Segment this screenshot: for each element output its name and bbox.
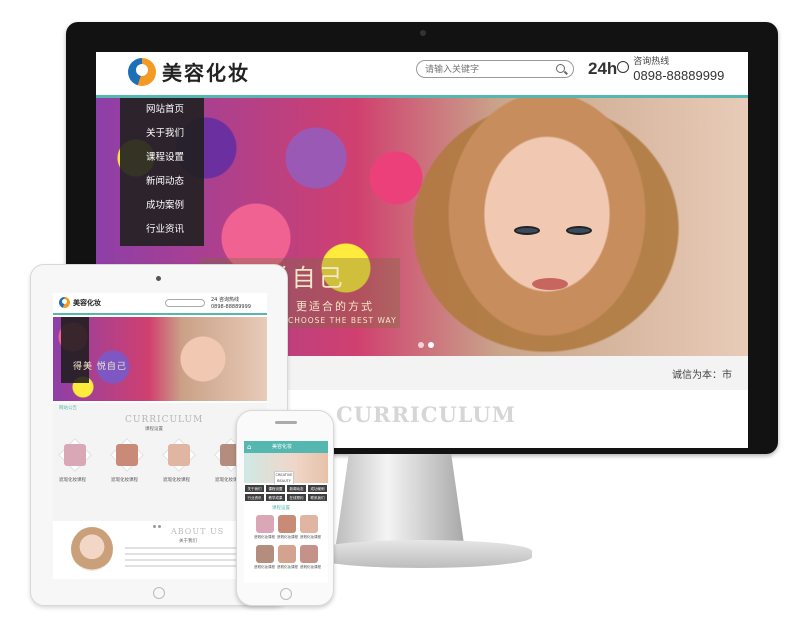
site-logo[interactable]: 美容化妆 <box>128 57 250 86</box>
hotline-label: 咨询热线 <box>633 57 670 67</box>
clock-icon <box>617 61 630 73</box>
monitor-stand-base <box>312 540 532 568</box>
section-title: CURRICULUM <box>336 402 516 427</box>
tablet-nav-menu[interactable] <box>61 317 89 383</box>
hotline-badge: 24h <box>588 59 630 79</box>
slide-dot-active[interactable] <box>428 342 434 348</box>
hotline: 24h 咨询热线 0898-88889999 <box>588 56 724 82</box>
course-caption: 遮瑕化妆课程 <box>111 478 138 483</box>
tablet-notice[interactable]: 网站公告 <box>59 405 77 411</box>
banner-lips <box>532 278 568 290</box>
phone-course-thumb[interactable] <box>278 545 296 563</box>
phone-course-thumb[interactable] <box>256 515 274 533</box>
phone-nav-item[interactable]: 联系我们 <box>307 493 328 502</box>
banner-eye-right <box>566 226 592 235</box>
phone-course-thumb[interactable] <box>300 515 318 533</box>
home-button-icon[interactable] <box>280 588 292 600</box>
phone-nav-item[interactable]: 关于我们 <box>244 484 265 493</box>
phone-nav-grid: 关于我们 课程设置 新闻动态 成功案例 行业资讯 教学成果 在线预约 联系我们 <box>244 484 328 502</box>
tablet-about-portrait <box>71 527 113 571</box>
phone-course-caption: 遮瑕化妆课程 <box>254 565 275 569</box>
phone-nav-item[interactable]: 新闻动态 <box>286 484 307 493</box>
phone-course-caption: 遮瑕化妆课程 <box>300 535 321 539</box>
tablet-search-input[interactable] <box>165 299 205 307</box>
home-button-icon[interactable] <box>153 587 165 599</box>
course-caption: 遮瑕化妆课程 <box>163 478 190 483</box>
hotline-number: 0898-88889999 <box>633 68 725 83</box>
search-input[interactable] <box>425 63 545 76</box>
tablet-screen: 美容化妆 24 咨询热线 0898-88889999 得美 悦自己 网站公告 C… <box>53 293 267 579</box>
search-box <box>416 60 574 78</box>
phone-banner: CREATIVE BEAUTY <box>244 453 328 485</box>
tablet-logo[interactable]: 美容化妆 <box>59 297 101 308</box>
logo-icon <box>59 297 70 308</box>
site-header: 美容化妆 24h 咨询热线 0898-88889999 <box>96 52 748 98</box>
phone-nav-item[interactable]: 在线预约 <box>286 493 307 502</box>
banner-eye-left <box>514 226 540 235</box>
slide-dot[interactable] <box>418 342 424 348</box>
course-caption: 遮瑕化妆课程 <box>59 478 86 483</box>
phone-nav-item[interactable]: 成功案例 <box>307 484 328 493</box>
menu-item-industry[interactable]: 行业资讯 <box>120 218 204 242</box>
tablet-hotline-label: 咨询热线 <box>218 297 239 303</box>
home-icon[interactable]: ⌂ <box>247 443 251 451</box>
slogan-en: CHOOSE THE BEST WAY <box>288 316 397 325</box>
menu-item-news[interactable]: 新闻动态 <box>120 170 204 194</box>
phone-course-thumb[interactable] <box>256 545 274 563</box>
tablet-hotline-badge: 24 <box>211 297 218 303</box>
phone-section-title: 课程设置 <box>272 506 290 511</box>
tablet-slogan: 得美 悦自己 <box>73 362 127 372</box>
course-thumb <box>64 444 86 466</box>
phone-speaker <box>275 421 297 424</box>
phone-nav-item[interactable]: 课程设置 <box>265 484 286 493</box>
phone-header: ⌂ 美容化妆 <box>244 441 328 453</box>
phone-course-thumb[interactable] <box>300 545 318 563</box>
tablet-section-subtitle: 课程设置 <box>145 427 163 432</box>
nav-menu: 网站首页 关于我们 课程设置 新闻动态 成功案例 行业资讯 <box>120 98 204 246</box>
banner-face <box>432 98 662 356</box>
course-thumb <box>168 444 190 466</box>
slogan-sub: 更适合的方式 <box>296 300 374 313</box>
phone-course-caption: 遮瑕化妆课程 <box>300 565 321 569</box>
tablet-section-title: CURRICULUM <box>125 415 204 425</box>
tablet-carousel-dots[interactable] <box>153 513 165 528</box>
phone-nav-item[interactable]: 行业资讯 <box>244 493 265 502</box>
device-mockup-stage: 美容化妆 24h 咨询热线 0898-88889999 <box>0 0 800 625</box>
tablet-about-subtitle: 关于我们 <box>179 539 197 544</box>
menu-item-home[interactable]: 网站首页 <box>120 98 204 122</box>
tablet-hotline-number: 0898-88889999 <box>211 304 251 310</box>
tablet-header: 美容化妆 24 咨询热线 0898-88889999 <box>53 293 267 315</box>
tablet-logo-text: 美容化妆 <box>73 297 101 307</box>
menu-item-about[interactable]: 关于我们 <box>120 122 204 146</box>
phone-course-caption: 遮瑕化妆课程 <box>277 565 298 569</box>
menu-item-courses[interactable]: 课程设置 <box>120 146 204 170</box>
menu-item-cases[interactable]: 成功案例 <box>120 194 204 218</box>
hotline-text: 咨询热线 0898-88889999 <box>633 56 724 82</box>
phone-screen: ⌂ 美容化妆 CREATIVE BEAUTY 关于我们 课程设置 新闻动态 成功… <box>244 441 328 583</box>
tablet-about-title: ABOUT US <box>171 527 225 536</box>
search-icon[interactable] <box>556 64 565 73</box>
tablet-hotline: 24 咨询热线 0898-88889999 <box>211 297 251 311</box>
camera-icon <box>420 30 426 36</box>
phone-banner-tag: CREATIVE BEAUTY <box>274 471 294 485</box>
course-thumb <box>116 444 138 466</box>
monitor-stand-neck <box>336 454 464 544</box>
logo-icon <box>128 57 156 86</box>
camera-icon <box>156 276 161 281</box>
phone-nav-item[interactable]: 教学成果 <box>265 493 286 502</box>
notice-text: 诚信为本：市 <box>672 370 732 381</box>
phone-course-caption: 遮瑕化妆课程 <box>277 535 298 539</box>
logo-text: 美容化妆 <box>162 61 250 85</box>
phone-course-thumb[interactable] <box>278 515 296 533</box>
phone: ⌂ 美容化妆 CREATIVE BEAUTY 关于我们 课程设置 新闻动态 成功… <box>236 410 334 606</box>
hotline-badge-text: 24h <box>588 59 618 78</box>
phone-course-caption: 遮瑕化妆课程 <box>254 535 275 539</box>
phone-logo-text: 美容化妆 <box>272 444 293 450</box>
